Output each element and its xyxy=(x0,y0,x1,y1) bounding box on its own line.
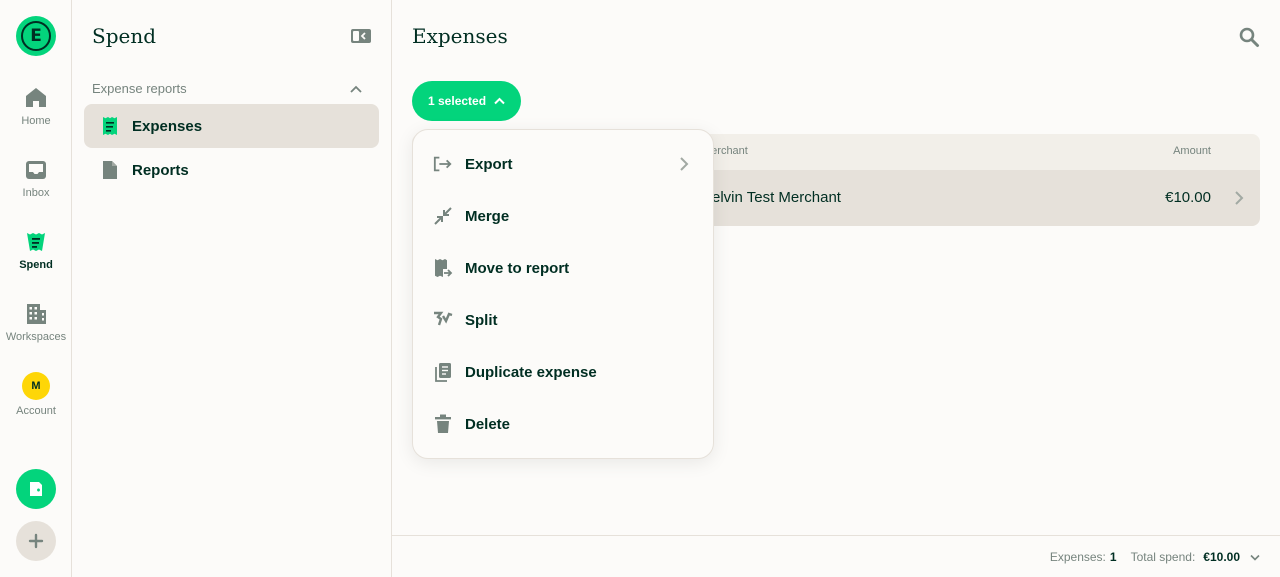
section-header-expense-reports[interactable]: Expense reports xyxy=(92,81,362,96)
chevron-right-icon xyxy=(1235,191,1244,205)
rail-item-workspaces[interactable]: Workspaces xyxy=(0,302,72,343)
footer-summary[interactable]: Expenses: 1 Total spend: €10.00 xyxy=(1050,550,1260,564)
chevron-up-icon xyxy=(350,85,362,93)
duplicate-icon xyxy=(433,362,453,382)
expenses-count-value: 1 xyxy=(1109,550,1117,564)
add-button[interactable] xyxy=(16,521,56,561)
expenses-footer: Expenses: 1 Total spend: €10.00 xyxy=(392,535,1280,577)
chevron-up-icon xyxy=(494,97,505,105)
rail-item-account[interactable]: M Account xyxy=(0,372,72,417)
rail-item-home[interactable]: Home xyxy=(0,86,72,127)
selected-count-label: 1 selected xyxy=(428,94,487,108)
menu-item-delete[interactable]: Delete xyxy=(413,398,713,450)
menu-item-label: Export xyxy=(465,155,513,173)
expensify-logo[interactable]: E xyxy=(16,16,56,56)
sidebar: Spend Expense reports Expenses Reports xyxy=(72,0,392,577)
inbox-icon xyxy=(26,161,46,179)
logo-letter: E xyxy=(21,21,51,51)
new-expense-button[interactable] xyxy=(16,469,56,509)
menu-item-label: Duplicate expense xyxy=(465,363,597,381)
home-icon xyxy=(26,88,46,107)
rail-item-inbox[interactable]: Inbox xyxy=(0,158,72,199)
merchant-cell: Kelvin Test Merchant xyxy=(702,189,841,206)
sidebar-item-expenses[interactable]: Expenses xyxy=(84,104,379,148)
menu-item-move-to-report[interactable]: Move to report xyxy=(413,242,713,294)
chevron-down-icon xyxy=(1250,554,1260,561)
menu-item-label: Merge xyxy=(465,207,510,225)
export-icon xyxy=(433,154,453,174)
menu-item-label: Delete xyxy=(465,415,511,433)
rail-label-workspaces: Workspaces xyxy=(5,331,67,343)
total-spend-value: €10.00 xyxy=(1203,550,1240,564)
navigation-rail: E Home Inbox Spend Workspaces M Account xyxy=(0,0,72,577)
rail-item-spend[interactable]: Spend xyxy=(0,230,72,271)
sidebar-item-label: Reports xyxy=(132,161,189,179)
column-header-amount[interactable]: Amount xyxy=(1173,145,1211,157)
total-spend-label: Total spend: xyxy=(1130,550,1196,564)
new-expense-icon xyxy=(30,482,42,496)
merge-icon xyxy=(433,206,453,226)
selection-actions-button[interactable]: 1 selected xyxy=(412,81,522,121)
rail-label-inbox: Inbox xyxy=(22,187,50,199)
collapse-sidebar-icon[interactable] xyxy=(350,27,372,45)
expenses-count-label: Expenses: xyxy=(1049,550,1106,564)
rail-label-spend: Spend xyxy=(19,259,53,271)
sidebar-item-reports[interactable]: Reports xyxy=(84,148,379,192)
building-icon xyxy=(27,304,46,324)
move-to-report-icon xyxy=(433,258,453,278)
avatar: M xyxy=(22,372,50,400)
amount-cell: €10.00 xyxy=(1165,189,1211,206)
section-label: Expense reports xyxy=(92,81,187,96)
sidebar-item-label: Expenses xyxy=(132,117,203,135)
document-icon xyxy=(103,161,117,179)
menu-item-label: Split xyxy=(465,311,498,329)
sidebar-title: Spend xyxy=(92,24,157,48)
selection-actions-menu: Export Merge Move to report Split Duplic… xyxy=(412,129,714,459)
trash-icon xyxy=(433,414,453,434)
split-icon xyxy=(433,310,453,330)
receipt-icon xyxy=(27,233,45,251)
menu-item-label: Move to report xyxy=(465,259,570,277)
rail-label-home: Home xyxy=(21,115,51,127)
menu-item-duplicate-expense[interactable]: Duplicate expense xyxy=(413,346,713,398)
search-icon[interactable] xyxy=(1238,26,1260,48)
page-title: Expenses xyxy=(412,24,508,48)
rail-label-account: Account xyxy=(16,405,56,417)
chevron-right-icon xyxy=(680,157,689,171)
plus-icon xyxy=(28,533,44,549)
menu-item-export[interactable]: Export xyxy=(413,138,713,190)
menu-item-split[interactable]: Split xyxy=(413,294,713,346)
menu-item-merge[interactable]: Merge xyxy=(413,190,713,242)
receipt-icon xyxy=(103,117,117,135)
